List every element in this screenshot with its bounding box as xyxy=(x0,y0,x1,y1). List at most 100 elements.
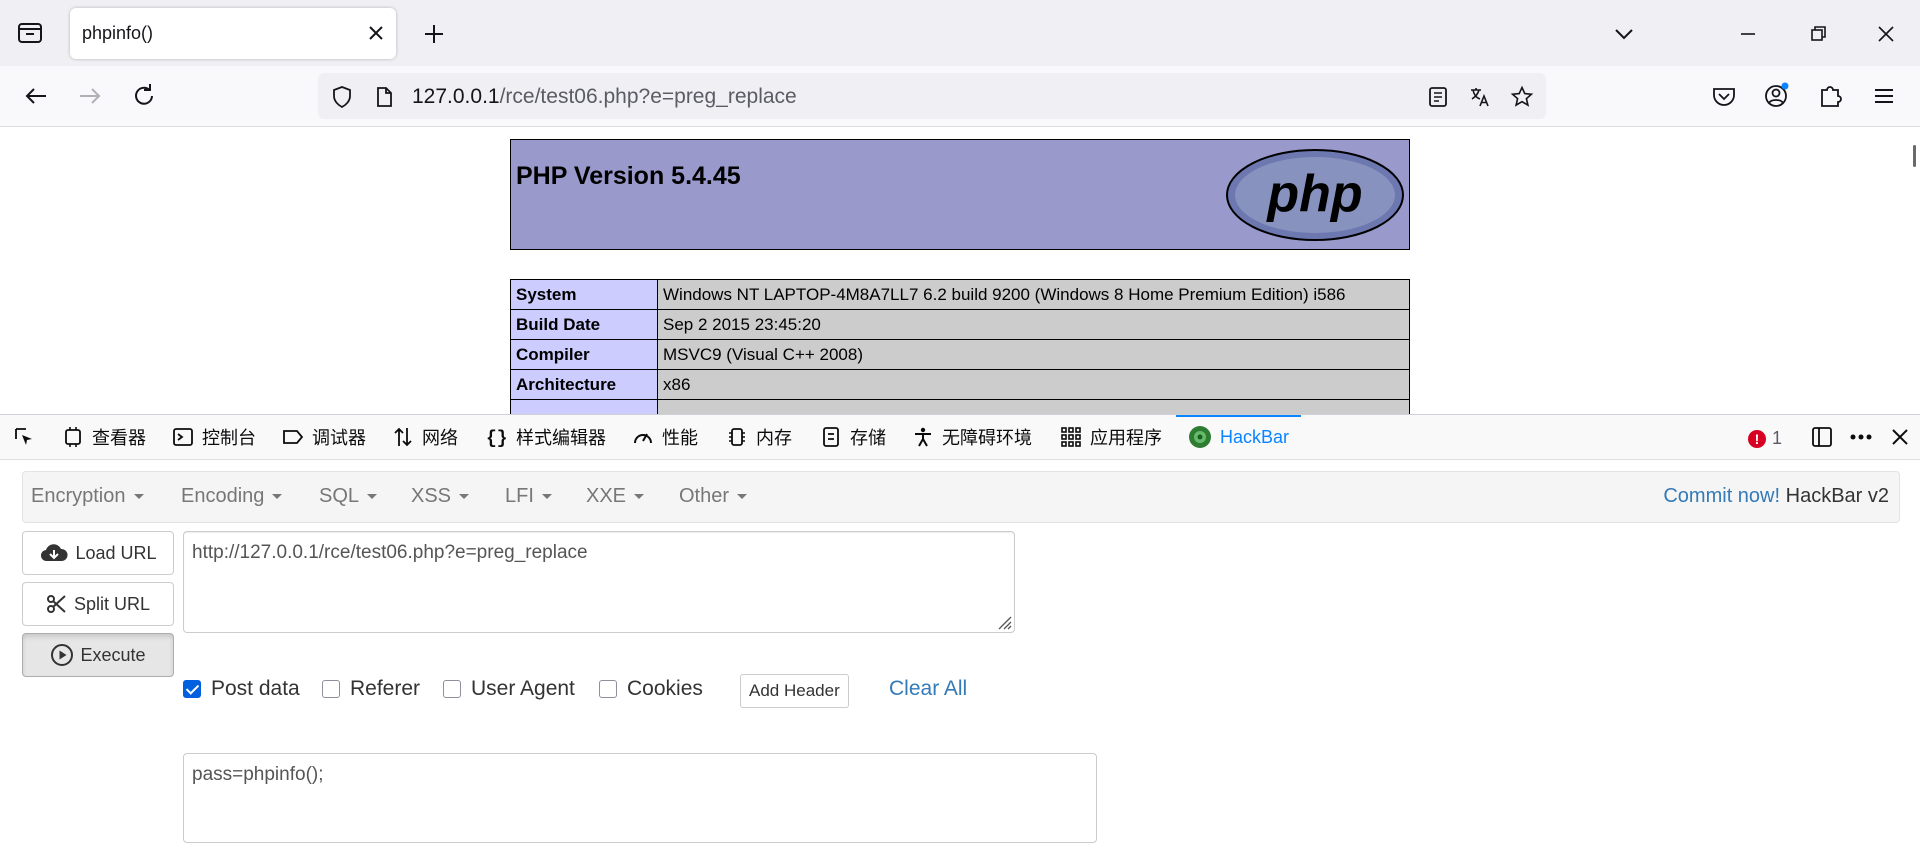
tab-hackbar[interactable]: HackBar xyxy=(1175,415,1302,459)
post-data-textarea[interactable]: pass=phpinfo(); xyxy=(183,753,1097,843)
extensions-puzzle-icon[interactable] xyxy=(1814,80,1846,112)
navigation-bar: 127.0.0.1/rce/test06.php?e=preg_replace xyxy=(0,66,1920,127)
close-window-icon[interactable] xyxy=(1872,20,1900,48)
load-url-button[interactable]: Load URL xyxy=(22,531,174,575)
checkbox-unchecked[interactable] xyxy=(599,680,617,698)
bookmark-star-icon[interactable] xyxy=(1510,85,1534,109)
execute-label: Execute xyxy=(80,644,146,665)
table-value: Sep 2 2015 23:45:20 xyxy=(657,309,1410,340)
new-tab-plus-icon[interactable] xyxy=(420,20,448,48)
table-row-partial xyxy=(510,399,1410,414)
add-header-button[interactable]: Add Header xyxy=(740,674,849,708)
tab-console[interactable]: 控制台 xyxy=(172,415,256,459)
pocket-icon[interactable] xyxy=(1708,80,1740,112)
translate-icon[interactable] xyxy=(1468,85,1492,109)
account-avatar-icon[interactable] xyxy=(1760,80,1792,112)
tab-accessibility-label: 无障碍环境 xyxy=(942,428,1032,448)
tab-accessibility[interactable]: 无障碍环境 xyxy=(912,415,1032,459)
list-all-tabs-icon[interactable] xyxy=(16,20,44,46)
menu-encryption[interactable]: Encryption xyxy=(31,485,144,508)
page-scrollbar-thumb[interactable] xyxy=(1913,145,1916,167)
menu-xxe[interactable]: XXE xyxy=(586,485,645,508)
tab-performance[interactable]: 性能 xyxy=(632,415,698,459)
error-count-badge[interactable]: ! 1 xyxy=(1748,428,1782,449)
tab-list-chevron-down-icon[interactable] xyxy=(1610,20,1638,48)
table-value: Windows NT LAPTOP-4M8A7LL7 6.2 build 920… xyxy=(657,279,1410,310)
forward-arrow-icon[interactable] xyxy=(74,80,106,112)
menu-lfi[interactable]: LFI xyxy=(505,485,552,508)
tab-debugger[interactable]: 调试器 xyxy=(282,415,366,459)
php-version-header: PHP Version 5.4.45 php xyxy=(510,139,1410,250)
table-row: Compiler MSVC9 (Visual C++ 2008) xyxy=(510,339,1410,370)
post-data-checkbox[interactable]: Post data xyxy=(183,677,300,701)
play-circle-icon xyxy=(51,644,74,666)
menu-encoding-label: Encoding xyxy=(181,485,265,507)
caret-down-icon xyxy=(133,494,144,500)
php-info-table: System Windows NT LAPTOP-4M8A7LL7 6.2 bu… xyxy=(510,279,1410,414)
tab-inspector[interactable]: 查看器 xyxy=(62,415,146,459)
browser-tab-active[interactable]: phpinfo() xyxy=(70,8,396,59)
tab-application-label: 应用程序 xyxy=(1090,428,1162,448)
hamburger-menu-icon[interactable] xyxy=(1868,80,1900,112)
url-path: /rce/test06.php?e=preg_replace xyxy=(499,85,797,108)
tab-close-icon[interactable] xyxy=(366,23,386,43)
shield-icon[interactable] xyxy=(330,85,354,109)
menu-xss-label: XSS xyxy=(411,485,452,507)
commit-now-link[interactable]: Commit now! xyxy=(1663,485,1780,507)
restore-icon[interactable] xyxy=(1804,20,1832,48)
checkbox-unchecked[interactable] xyxy=(443,680,461,698)
tab-application[interactable]: 应用程序 xyxy=(1060,415,1162,459)
url-text[interactable]: 127.0.0.1/rce/test06.php?e=preg_replace xyxy=(412,85,797,109)
php-logo-text: php xyxy=(1265,165,1362,223)
checkbox-checked[interactable] xyxy=(183,680,201,698)
hackbar-logo-icon xyxy=(1189,426,1211,448)
split-url-label: Split URL xyxy=(73,593,151,614)
execute-button[interactable]: Execute xyxy=(22,633,174,677)
tab-memory[interactable]: 内存 xyxy=(726,415,792,459)
menu-xxe-label: XXE xyxy=(586,485,627,507)
tab-storage[interactable]: 存储 xyxy=(820,415,886,459)
tab-debugger-label: 调试器 xyxy=(312,428,366,448)
menu-sql[interactable]: SQL xyxy=(319,485,378,508)
caret-down-icon xyxy=(459,494,470,500)
caret-down-icon xyxy=(737,494,748,500)
referer-checkbox[interactable]: Referer xyxy=(322,677,420,701)
minimize-icon[interactable] xyxy=(1734,20,1762,48)
table-key xyxy=(510,399,658,414)
more-options-icon[interactable] xyxy=(1848,415,1882,459)
user-agent-checkbox[interactable]: User Agent xyxy=(443,677,575,701)
menu-lfi-label: LFI xyxy=(505,485,534,507)
page-info-icon[interactable] xyxy=(372,85,396,109)
error-icon: ! xyxy=(1748,429,1766,448)
devtools-panel: 查看器 控制台 调试器 网络 {} 样式编辑器 性能 内存 存储 无障碍环境 应… xyxy=(0,414,1920,843)
element-picker-icon[interactable] xyxy=(12,415,44,459)
hackbar-commit: Commit now! HackBar v2 xyxy=(1663,485,1889,508)
resize-grip-icon[interactable] xyxy=(994,612,1012,630)
menu-xss[interactable]: XSS xyxy=(411,485,470,508)
error-count: 1 xyxy=(1772,428,1783,448)
address-bar[interactable]: 127.0.0.1/rce/test06.php?e=preg_replace xyxy=(318,73,1546,119)
url-textarea-value: http://127.0.0.1/rce/test06.php?e=preg_r… xyxy=(192,542,588,563)
dock-side-icon[interactable] xyxy=(1810,415,1842,459)
checkbox-unchecked[interactable] xyxy=(322,680,340,698)
load-url-label: Load URL xyxy=(75,542,157,563)
reload-icon[interactable] xyxy=(128,80,160,112)
tab-style-editor[interactable]: {} 样式编辑器 xyxy=(486,415,606,459)
menu-other[interactable]: Other xyxy=(679,485,748,508)
split-url-button[interactable]: Split URL xyxy=(22,582,174,626)
table-row: Build Date Sep 2 2015 23:45:20 xyxy=(510,309,1410,340)
back-arrow-icon[interactable] xyxy=(20,80,52,112)
clear-all-link[interactable]: Clear All xyxy=(889,677,967,701)
tab-console-label: 控制台 xyxy=(202,428,256,448)
user-agent-label: User Agent xyxy=(471,677,575,700)
url-textarea[interactable]: http://127.0.0.1/rce/test06.php?e=preg_r… xyxy=(183,531,1015,633)
svg-text:{}: {} xyxy=(486,429,508,448)
menu-encoding[interactable]: Encoding xyxy=(181,485,283,508)
php-logo: php xyxy=(1226,149,1404,241)
reader-view-icon[interactable] xyxy=(1426,85,1450,109)
scissors-icon xyxy=(46,595,66,613)
close-devtools-icon[interactable] xyxy=(1888,415,1920,459)
tab-network[interactable]: 网络 xyxy=(392,415,458,459)
cookies-checkbox[interactable]: Cookies xyxy=(599,677,703,701)
caret-down-icon xyxy=(272,494,283,500)
